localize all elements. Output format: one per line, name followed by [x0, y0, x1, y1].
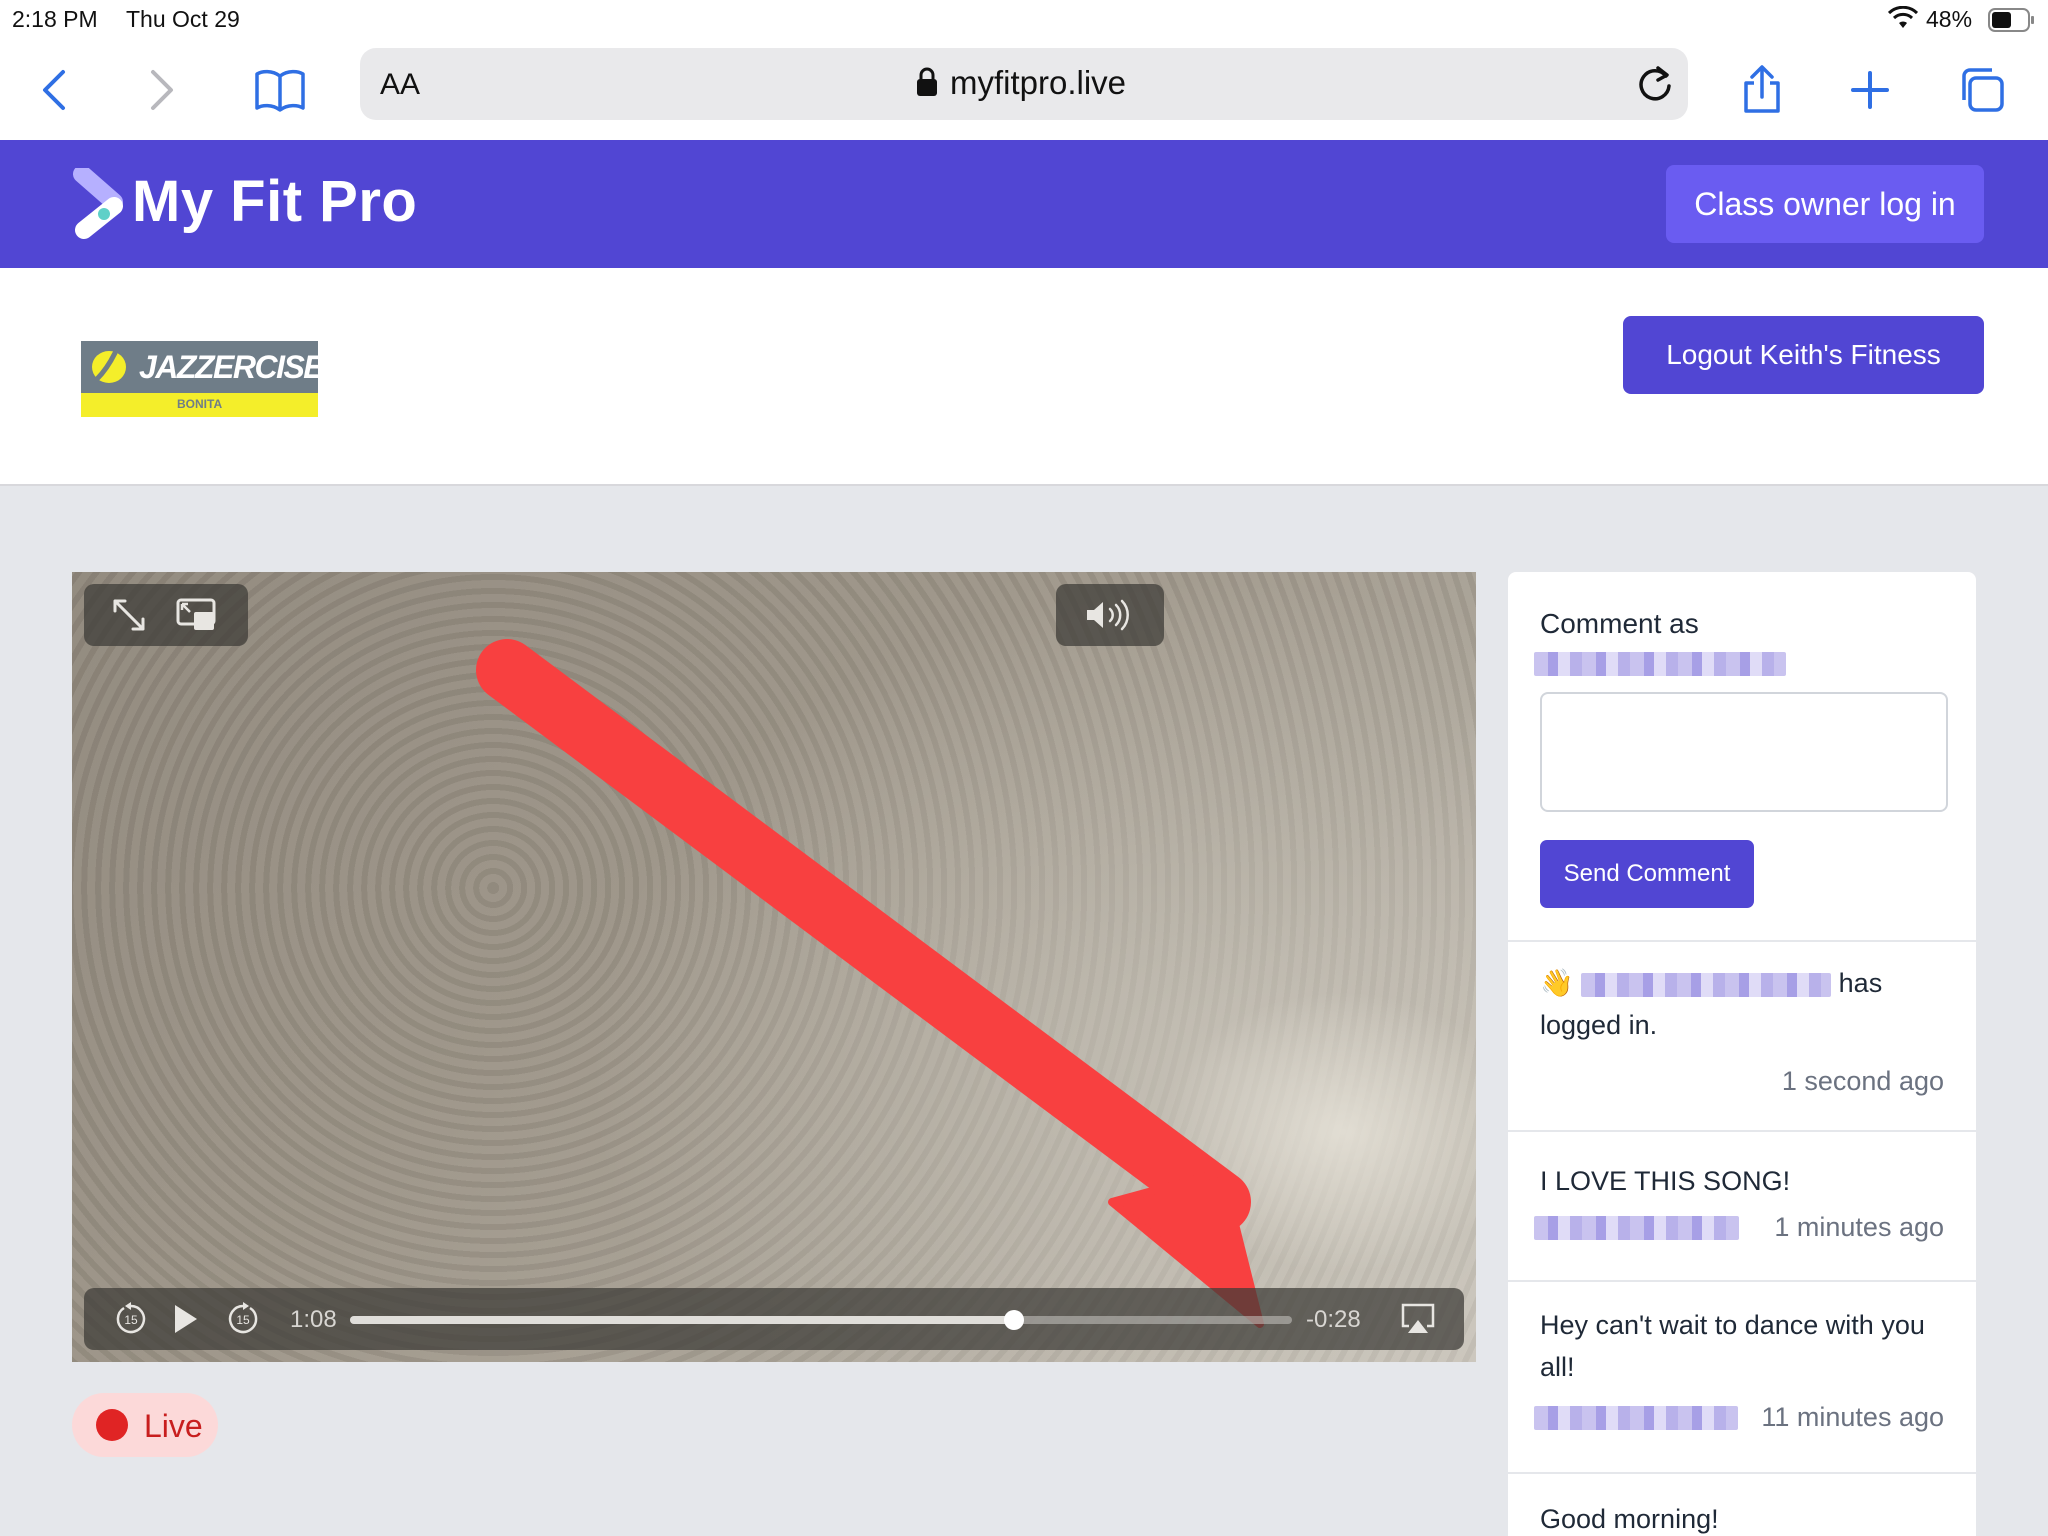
- comment-time: 11 minutes ago: [1761, 1402, 1944, 1432]
- site-navbar: My Fit Pro Class owner log in: [0, 140, 2048, 268]
- lock-icon: [916, 66, 938, 103]
- annotation-arrow: [476, 639, 1264, 1328]
- status-bar: 2:18 PM Thu Oct 29 48%: [0, 0, 2048, 40]
- wifi-icon: [1887, 5, 1919, 36]
- airplay-icon[interactable]: [1400, 1302, 1436, 1341]
- forward-icon[interactable]: [132, 60, 192, 120]
- jazzercise-swoosh-icon: [92, 350, 126, 383]
- comment-text: has: [1838, 968, 1883, 998]
- svg-text:15: 15: [124, 1313, 138, 1327]
- browser-toolbar: AA myfitpro.live: [0, 40, 2048, 140]
- comment-time: 1 minutes ago: [1774, 1212, 1944, 1242]
- address-bar[interactable]: AA myfitpro.live: [360, 48, 1688, 120]
- video-control-bar: 15 15 1:08 -0:28: [84, 1288, 1464, 1350]
- status-time: 2:18 PM: [12, 6, 98, 32]
- comment-text: Hey can't wait to dance with you all!: [1540, 1310, 1925, 1382]
- text-size-button[interactable]: AA: [380, 68, 420, 102]
- brand-name[interactable]: My Fit Pro: [132, 168, 417, 235]
- live-dot-icon: [96, 1409, 128, 1441]
- class-header: JAZZERCISE BONITA Logout Keith's Fitness: [0, 268, 2048, 486]
- video-player[interactable]: 15 15 1:08 -0:28: [72, 572, 1476, 1362]
- skip-forward-15-icon[interactable]: 15: [226, 1302, 260, 1341]
- brand-logo-icon[interactable]: [70, 165, 124, 245]
- comment-time: 1 second ago: [1781, 1066, 1944, 1096]
- class-logo: JAZZERCISE BONITA: [81, 341, 325, 417]
- reload-icon[interactable]: [1636, 64, 1674, 109]
- redacted-username: [1534, 1406, 1738, 1430]
- tabs-overview-icon[interactable]: [1952, 60, 2012, 120]
- redacted-username: [1534, 1216, 1739, 1240]
- comment-input[interactable]: [1540, 692, 1948, 812]
- comment-item: Good morning!: [1508, 1472, 1976, 1536]
- redacted-username: [1581, 972, 1832, 997]
- comment-text: Good morning!: [1540, 1504, 1719, 1534]
- comment-item: 👋 has logged in. 1 second ago: [1508, 940, 1976, 1132]
- bookmarks-icon[interactable]: [250, 60, 310, 120]
- back-icon[interactable]: [24, 60, 84, 120]
- play-icon[interactable]: [170, 1302, 200, 1341]
- elapsed-time: 1:08: [290, 1306, 337, 1333]
- status-date: Thu Oct 29: [126, 6, 240, 32]
- redacted-username: [1534, 652, 1786, 676]
- scrubber-handle[interactable]: [1004, 1310, 1025, 1330]
- comment-item: Hey can't wait to dance with you all! 11…: [1508, 1280, 1976, 1474]
- url-text: myfitpro.live: [950, 64, 1127, 101]
- comments-panel: Comment as Send Comment 👋 has logged in.…: [1508, 572, 1976, 1536]
- live-badge: Live: [72, 1393, 218, 1457]
- class-owner-login-button[interactable]: Class owner log in: [1666, 165, 1984, 243]
- comment-item: I LOVE THIS SONG! 1 minutes ago: [1508, 1130, 1976, 1282]
- battery-icon: [1988, 8, 2036, 38]
- skip-back-15-icon[interactable]: 15: [114, 1302, 148, 1341]
- wave-emoji-icon: 👋: [1540, 968, 1574, 998]
- comment-text-line2: logged in.: [1540, 1010, 1658, 1040]
- scrubber-track[interactable]: [350, 1310, 1292, 1330]
- share-icon[interactable]: [1732, 60, 1792, 120]
- battery-percent: 48%: [1926, 6, 1973, 32]
- logout-button[interactable]: Logout Keith's Fitness: [1623, 316, 1984, 394]
- scrubber-progress: [350, 1316, 1015, 1324]
- comment-as-label: Comment as: [1540, 608, 1699, 639]
- logo-subtext: BONITA: [177, 397, 223, 411]
- remaining-time: -0:28: [1306, 1306, 1361, 1333]
- send-comment-button[interactable]: Send Comment: [1540, 840, 1754, 908]
- new-tab-icon[interactable]: [1840, 60, 1900, 120]
- comment-text: I LOVE THIS SONG!: [1540, 1166, 1791, 1196]
- logo-text: JAZZERCISE: [139, 349, 325, 385]
- live-label: Live: [144, 1408, 203, 1444]
- svg-text:15: 15: [236, 1313, 250, 1327]
